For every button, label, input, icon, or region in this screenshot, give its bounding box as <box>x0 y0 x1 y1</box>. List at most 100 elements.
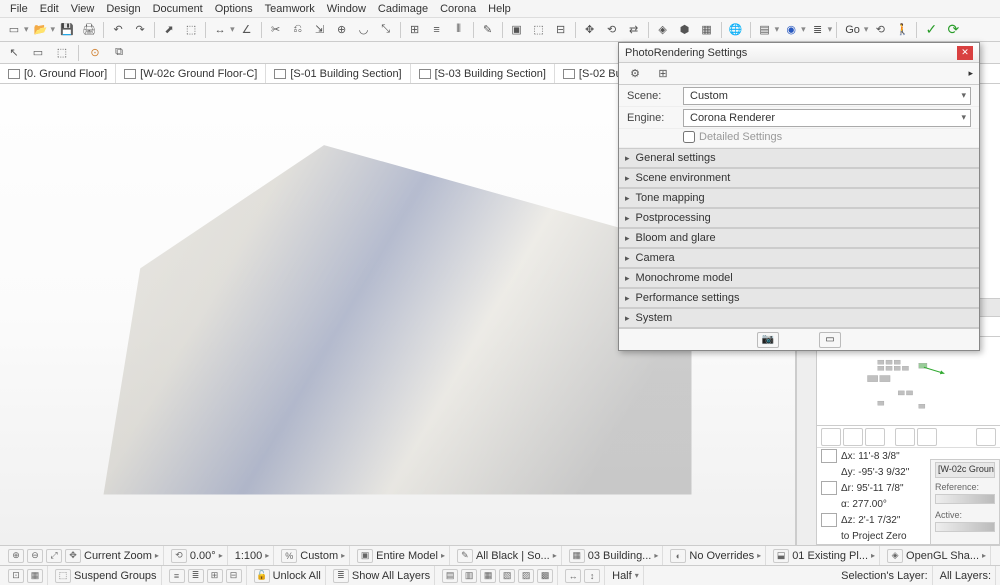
suspend-icon[interactable]: ▣ <box>507 20 527 40</box>
m2-icon[interactable]: ▥ <box>461 569 477 583</box>
coord-tool-icon[interactable] <box>976 428 996 446</box>
layers-show-icon[interactable]: ≣ <box>333 569 349 583</box>
orient-icon[interactable]: ⟲ <box>171 549 187 563</box>
showlayers-label[interactable]: Show All Layers <box>352 570 430 582</box>
menu-corona[interactable]: Corona <box>434 3 482 15</box>
section-camera[interactable]: Camera <box>619 248 979 268</box>
building-label[interactable]: 03 Building... <box>588 550 652 562</box>
sync-icon[interactable]: ⟳ <box>943 20 963 40</box>
arrow-quick-icon[interactable]: ⬚ <box>52 43 72 63</box>
section-system[interactable]: System <box>619 308 979 328</box>
distance-icon[interactable]: ↔ <box>210 20 230 40</box>
save-icon[interactable]: 💾 <box>57 20 77 40</box>
render-region-icon[interactable]: ▭ <box>819 332 841 348</box>
go-button[interactable]: Go <box>841 24 864 36</box>
expand-icon[interactable]: ▸ <box>968 68 973 79</box>
menu-document[interactable]: Document <box>147 3 209 15</box>
close-button[interactable]: ✕ <box>957 46 973 60</box>
fillet-icon[interactable]: ◡ <box>354 20 374 40</box>
coord-tool-icon[interactable] <box>895 428 915 446</box>
zoom-pct-icon[interactable]: % <box>281 549 297 563</box>
menu-design[interactable]: Design <box>100 3 146 15</box>
reno-icon[interactable]: ⬓ <box>773 549 789 563</box>
model-icon[interactable]: ▣ <box>357 549 373 563</box>
m6-icon[interactable]: ▩ <box>537 569 553 583</box>
arrow-rect-icon[interactable]: ▭ <box>28 43 48 63</box>
dim2-icon[interactable]: ↕ <box>584 569 600 583</box>
link-icon[interactable]: ⧉ <box>109 43 129 63</box>
lock-icon[interactable]: 🔓 <box>254 569 270 583</box>
print-icon[interactable]: 🖨 <box>79 20 99 40</box>
menu-file[interactable]: File <box>4 3 34 15</box>
section-scene-env[interactable]: Scene environment <box>619 168 979 188</box>
check-icon[interactable]: ✓ <box>921 20 941 40</box>
size-icon[interactable]: ⊞ <box>653 64 673 84</box>
menu-view[interactable]: View <box>65 3 101 15</box>
move-icon[interactable]: ✥ <box>580 20 600 40</box>
mirror-icon[interactable]: ⇄ <box>624 20 644 40</box>
align-icon[interactable]: ≡ <box>427 20 447 40</box>
section-general[interactable]: General settings <box>619 148 979 168</box>
coord-tool-icon[interactable] <box>917 428 937 446</box>
reference-slider[interactable] <box>935 494 995 504</box>
m4-icon[interactable]: ▧ <box>499 569 515 583</box>
engine-icon[interactable]: ◈ <box>887 549 903 563</box>
section-post[interactable]: Postprocessing <box>619 208 979 228</box>
section-perf[interactable]: Performance settings <box>619 288 979 308</box>
settings-cog-icon[interactable]: ⚙ <box>625 64 645 84</box>
rotate-icon[interactable]: ⟲ <box>602 20 622 40</box>
section-bloom[interactable]: Bloom and glare <box>619 228 979 248</box>
zoom-label[interactable]: Current Zoom <box>84 550 152 562</box>
new-icon[interactable]: ▭ <box>4 20 24 40</box>
group-icon[interactable]: ⬚ <box>529 20 549 40</box>
multiply-icon[interactable]: ⊞ <box>405 20 425 40</box>
pen-icon[interactable]: ✎ <box>457 549 473 563</box>
coord-tool-icon[interactable] <box>843 428 863 446</box>
3d-cube-icon[interactable]: ◈ <box>653 20 673 40</box>
detailed-checkbox[interactable] <box>683 131 695 143</box>
custom-label[interactable]: Custom <box>300 550 338 562</box>
allblack-label[interactable]: All Black | So... <box>476 550 550 562</box>
mvo-icon[interactable]: ▦ <box>569 549 585 563</box>
menu-window[interactable]: Window <box>321 3 372 15</box>
section-tone[interactable]: Tone mapping <box>619 188 979 208</box>
angle-value[interactable]: 0.00° <box>190 550 216 562</box>
walk-icon[interactable]: 🚶 <box>892 20 912 40</box>
edit-icon[interactable]: ✎ <box>478 20 498 40</box>
group-toggle-icon[interactable]: ⬚ <box>55 569 71 583</box>
intersect-icon[interactable]: ⊕ <box>332 20 352 40</box>
t4-icon[interactable]: ⊟ <box>226 569 242 583</box>
snap-icon[interactable]: ⊡ <box>8 569 24 583</box>
redo-icon[interactable]: ↷ <box>130 20 150 40</box>
scene-select[interactable]: Custom <box>683 87 971 105</box>
floorplan-icon[interactable]: ▦ <box>697 20 717 40</box>
pan-icon[interactable]: ✥ <box>65 549 81 563</box>
dim-icon[interactable]: ↔ <box>565 569 581 583</box>
panel-titlebar[interactable]: PhotoRendering Settings ✕ <box>619 43 979 63</box>
existing-label[interactable]: 01 Existing Pl... <box>792 550 868 562</box>
coord-tool-icon[interactable] <box>865 428 885 446</box>
marquee-icon[interactable]: ⬚ <box>181 20 201 40</box>
t1-icon[interactable]: ≡ <box>169 569 185 583</box>
magnet-icon[interactable]: ⊙ <box>85 43 105 63</box>
opengl-label[interactable]: OpenGL Sha... <box>906 550 979 562</box>
unlock-label[interactable]: Unlock All <box>273 570 321 582</box>
coord-tool-icon[interactable] <box>821 428 841 446</box>
open-icon[interactable]: 📂 <box>31 20 51 40</box>
overrides-label[interactable]: No Overrides <box>689 550 754 562</box>
menu-help[interactable]: Help <box>482 3 517 15</box>
arrow-default-icon[interactable]: ↖ <box>4 43 24 63</box>
scale-value[interactable]: 1:100 <box>235 550 263 562</box>
trim-icon[interactable]: ✂ <box>266 20 286 40</box>
tab-s03[interactable]: [S-03 Building Section] <box>411 64 555 83</box>
camera-icon[interactable]: 📷 <box>757 332 779 348</box>
3d-window-icon[interactable]: ⬢ <box>675 20 695 40</box>
fit-icon[interactable]: ⤢ <box>46 549 62 563</box>
trace-tab[interactable]: [W-02c Ground Fl <box>935 462 995 478</box>
active-slider[interactable] <box>935 522 995 532</box>
tab-w02c[interactable]: [W-02c Ground Floor-C] <box>116 64 266 83</box>
suspend-label[interactable]: Suspend Groups <box>74 570 157 582</box>
half-label[interactable]: Half <box>612 570 632 582</box>
split-icon[interactable]: ⎌ <box>288 20 308 40</box>
section-tool-icon[interactable]: ▤ <box>755 20 775 40</box>
